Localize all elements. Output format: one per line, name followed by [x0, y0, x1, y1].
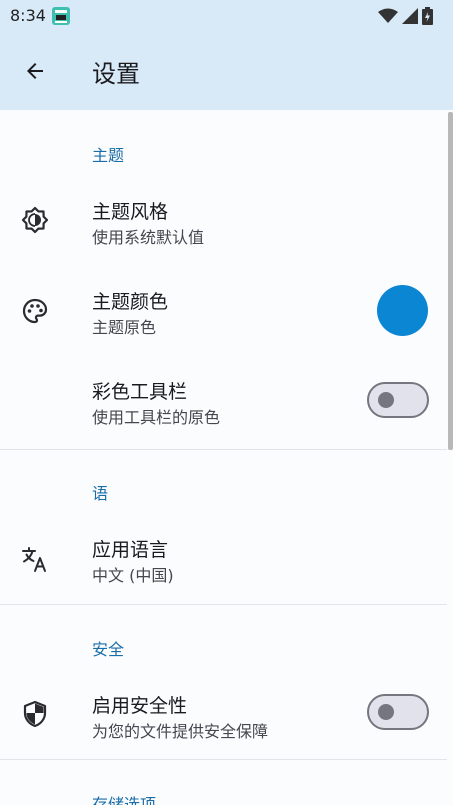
setting-subtitle: 主题原色: [92, 318, 157, 337]
cellular-signal-icon: [402, 8, 418, 24]
section-header-storage: 存储选项: [92, 795, 157, 805]
battery-charging-icon: [422, 7, 433, 25]
setting-colored-toolbar[interactable]: 彩色工具栏 使用工具栏的原色: [0, 356, 447, 444]
switch-knob: [378, 704, 394, 720]
setting-title: 彩色工具栏: [92, 381, 188, 403]
settings-screen: 8:34 设置 主题 主题风格 使用系统默认值 主题颜色 主题原色 彩色工具栏 …: [0, 0, 453, 805]
setting-title: 主题颜色: [92, 291, 169, 313]
translate-icon: [20, 544, 50, 574]
setting-title: 主题风格: [92, 201, 169, 223]
theme-color-swatch[interactable]: [377, 285, 428, 336]
setting-subtitle: 中文 (中国): [92, 566, 174, 585]
switch-knob: [378, 392, 394, 408]
setting-title: 应用语言: [92, 539, 169, 561]
settings-list: 主题 主题风格 使用系统默认值 主题颜色 主题原色 彩色工具栏 使用工具栏的原色…: [0, 110, 453, 805]
setting-theme-color[interactable]: 主题颜色 主题原色: [0, 266, 447, 354]
setting-subtitle: 为您的文件提供安全保障: [92, 722, 269, 741]
setting-subtitle: 使用系统默认值: [92, 228, 205, 247]
status-indicators: [378, 6, 433, 26]
section-header-language: 语: [92, 484, 109, 503]
palette-icon: [20, 296, 50, 326]
colored-toolbar-switch[interactable]: [367, 382, 429, 418]
back-button[interactable]: [16, 52, 54, 90]
app-notification-icon: [52, 7, 70, 25]
section-header-theme: 主题: [92, 146, 125, 165]
setting-enable-security[interactable]: 启用安全性 为您的文件提供安全保障: [0, 670, 447, 758]
setting-app-language[interactable]: 应用语言 中文 (中国): [0, 514, 447, 602]
section-divider: [0, 449, 447, 450]
page-title: 设置: [92, 60, 140, 88]
brightness-auto-icon: [20, 205, 50, 235]
setting-title: 启用安全性: [92, 695, 188, 717]
shield-icon: [20, 699, 50, 729]
arrow-back-icon: [27, 63, 43, 79]
status-time: 8:34: [10, 6, 46, 25]
section-header-security: 安全: [92, 640, 125, 659]
setting-theme-style[interactable]: 主题风格 使用系统默认值: [0, 176, 447, 264]
setting-subtitle: 使用工具栏的原色: [92, 408, 221, 427]
status-bar: 8:34: [0, 0, 453, 32]
top-app-bar: 8:34 设置: [0, 0, 453, 110]
section-divider: [0, 604, 447, 605]
security-switch[interactable]: [367, 694, 429, 730]
wifi-icon: [378, 8, 398, 23]
section-divider: [0, 759, 447, 760]
